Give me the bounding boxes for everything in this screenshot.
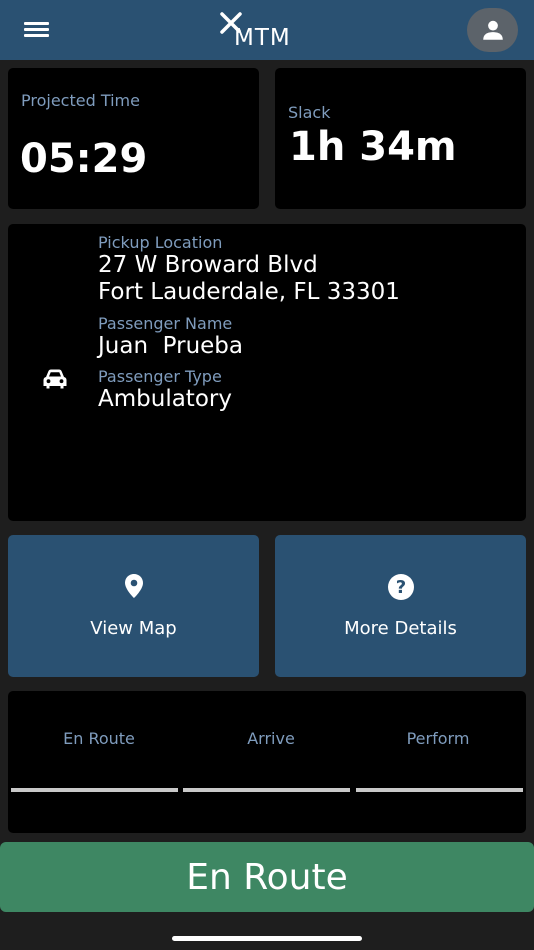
passenger-name-label: Passenger Name bbox=[98, 314, 233, 333]
pickup-address-line2: Fort Lauderdale, FL 33301 bbox=[98, 279, 400, 305]
pickup-address-line1: 27 W Broward Blvd bbox=[98, 252, 318, 278]
step-en-route: En Route bbox=[63, 729, 135, 748]
projected-time-card: Projected Time 05:29 bbox=[8, 68, 259, 209]
logo-text: MTM bbox=[234, 25, 291, 51]
pickup-location-label: Pickup Location bbox=[98, 233, 223, 252]
top-app-bar: MTM bbox=[0, 0, 534, 60]
home-indicator bbox=[172, 936, 362, 941]
mtm-logo: MTM bbox=[220, 12, 320, 51]
person-icon bbox=[483, 20, 503, 40]
car-icon bbox=[43, 369, 67, 389]
trip-info-card: Pickup Location 27 W Broward Blvd Fort L… bbox=[8, 224, 526, 521]
hamburger-menu-icon[interactable] bbox=[24, 20, 49, 38]
map-pin-icon bbox=[124, 574, 143, 598]
passenger-name-block: Passenger Name Juan Prueba bbox=[98, 314, 243, 360]
help-icon: ? bbox=[387, 574, 414, 600]
passenger-type-label: Passenger Type bbox=[98, 367, 222, 386]
pickup-location-block: Pickup Location 27 W Broward Blvd Fort L… bbox=[98, 233, 400, 306]
slack-value: 1h 34m bbox=[289, 124, 457, 170]
slack-card: Slack 1h 34m bbox=[275, 68, 526, 209]
view-map-label: View Map bbox=[90, 618, 177, 639]
step-en-route-bar bbox=[11, 788, 178, 792]
more-details-label: More Details bbox=[344, 618, 457, 639]
passenger-name-value: Juan Prueba bbox=[98, 333, 243, 359]
step-perform: Perform bbox=[406, 729, 470, 748]
svg-text:?: ? bbox=[395, 577, 405, 598]
view-map-button[interactable]: View Map bbox=[8, 535, 259, 677]
trip-progress-card: En Route Arrive Perform bbox=[8, 691, 526, 833]
more-details-button[interactable]: ? More Details bbox=[275, 535, 526, 677]
passenger-type-value: Ambulatory bbox=[98, 386, 232, 412]
en-route-action-button[interactable]: En Route bbox=[0, 842, 534, 912]
projected-time-value: 05:29 bbox=[20, 136, 148, 182]
step-arrive: Arrive bbox=[247, 729, 295, 748]
projected-time-label: Projected Time bbox=[21, 91, 140, 110]
app-screen: MTM Projected Time 05:29 Slack 1h 34m Pi… bbox=[0, 0, 534, 950]
profile-avatar-button[interactable] bbox=[467, 8, 518, 52]
step-perform-bar bbox=[356, 788, 523, 792]
passenger-type-block: Passenger Type Ambulatory bbox=[98, 367, 232, 413]
step-arrive-bar bbox=[183, 788, 350, 792]
slack-label: Slack bbox=[288, 103, 331, 122]
